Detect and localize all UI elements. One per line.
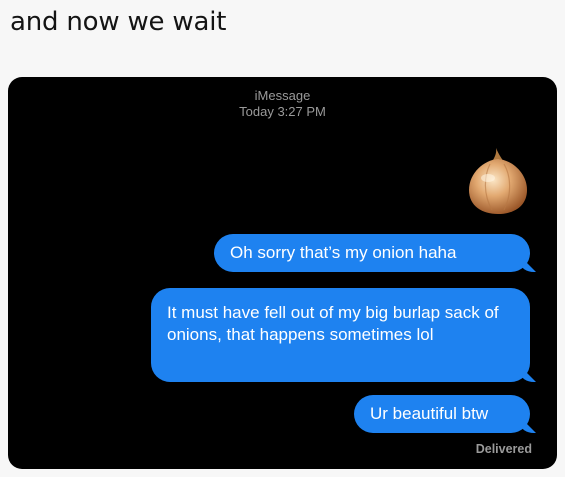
timestamp: Today 3:27 PM xyxy=(239,104,326,119)
imessage-screen: iMessage Today 3:27 PM Oh sorry that’s m… xyxy=(8,77,557,469)
message-bubble[interactable]: Ur beautiful btw xyxy=(354,395,530,433)
message-bubble[interactable]: It must have fell out of my big burlap s… xyxy=(151,288,530,382)
service-label: iMessage xyxy=(254,88,311,103)
message-bubble[interactable]: Oh sorry that’s my onion haha xyxy=(214,234,530,272)
onion-emoji-icon[interactable] xyxy=(466,146,530,216)
delivery-status: Delivered xyxy=(475,442,532,456)
caption-text: and now we wait xyxy=(10,7,227,37)
